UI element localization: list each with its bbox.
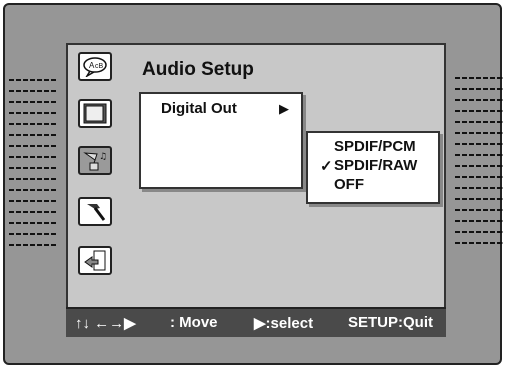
- status-bar: ↑↓ ←→▶ : Move ▶:select SETUP:Quit: [66, 307, 446, 337]
- tv-display-icon[interactable]: [78, 99, 112, 128]
- hammer-icon[interactable]: [78, 197, 112, 226]
- move-arrows-icon: ↑↓ ←→▶: [75, 315, 136, 332]
- gramophone-icon[interactable]: ♫: [78, 146, 112, 175]
- options-panel: SPDIF/PCM ✓ SPDIF/RAW OFF: [306, 131, 440, 204]
- submenu-panel: Digital Out ▶: [139, 92, 303, 189]
- select-hint: ▶:select: [254, 315, 314, 332]
- check-icon: ✓: [320, 158, 333, 175]
- exit-door-icon[interactable]: [78, 246, 112, 275]
- svg-text:♫: ♫: [99, 152, 107, 162]
- option-off[interactable]: OFF: [334, 176, 364, 193]
- option-spdif-raw[interactable]: SPDIF/RAW: [334, 157, 417, 174]
- svg-text:cB: cB: [95, 63, 104, 70]
- move-hint: : Move: [170, 314, 218, 331]
- option-spdif-pcm[interactable]: SPDIF/PCM: [334, 138, 416, 155]
- speech-bubble-icon[interactable]: A cB: [78, 52, 112, 81]
- quit-hint: SETUP:Quit: [348, 314, 433, 331]
- menu-item-digital-out[interactable]: Digital Out: [161, 100, 237, 117]
- page-title: Audio Setup: [142, 59, 254, 80]
- left-speaker-grille: [9, 79, 57, 255]
- submenu-arrow-icon: ▶: [279, 101, 289, 116]
- right-speaker-grille: [455, 77, 503, 253]
